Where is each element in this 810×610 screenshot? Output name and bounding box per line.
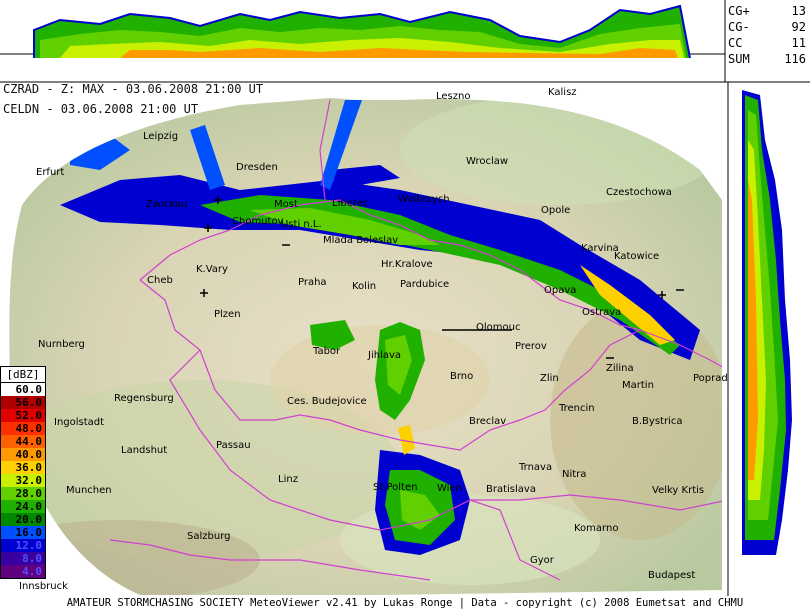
city-label: Ostrava — [582, 307, 622, 318]
city-label: Cheb — [147, 275, 173, 286]
city-label: Zilina — [606, 363, 634, 374]
legend-entry: 44.0 — [1, 435, 45, 448]
city-label: Landshut — [121, 445, 168, 456]
city-label: Praha — [298, 277, 327, 288]
city-label: St.Polten — [373, 482, 418, 493]
legend-entry: 20.0 — [1, 513, 45, 526]
legend-entry: 56.0 — [1, 396, 45, 409]
city-label: Mlada Boleslav — [323, 235, 399, 246]
stat-row: SUM 116 — [728, 51, 806, 67]
legend-entry: 36.0 — [1, 461, 45, 474]
city-label: Passau — [216, 440, 251, 451]
city-label: Velky Krtis — [652, 485, 705, 496]
legend-entry: 4.0 — [1, 565, 45, 578]
stat-row: CC 11 — [728, 35, 806, 51]
city-label: Zlin — [540, 373, 559, 384]
city-label: Olomouc — [476, 322, 521, 333]
city-label: Wroclaw — [466, 156, 509, 167]
legend-entry: 12.0 — [1, 539, 45, 552]
stat-value: 116 — [784, 52, 806, 66]
stat-row: CG- 92 — [728, 19, 806, 35]
stat-value: 92 — [791, 20, 806, 34]
legend-entry: 60.0 — [1, 383, 45, 396]
city-label: Katowice — [614, 251, 660, 262]
city-label: Brno — [450, 371, 474, 382]
dbz-legend: [dBZ] 60.0 56.0 52.0 48.0 44.0 40.0 36.0 32.0 28… — [0, 366, 46, 579]
city-label: Gyor — [530, 555, 554, 566]
city-label: Jihlava — [368, 350, 402, 361]
city-label: Trnava — [519, 462, 553, 473]
city-label: Kolin — [352, 281, 377, 292]
stat-label: CG- — [728, 20, 750, 34]
stat-label: SUM — [728, 52, 750, 66]
city-label: Martin — [622, 380, 654, 391]
legend-entry: 48.0 — [1, 422, 45, 435]
city-label: Poprad — [693, 373, 728, 384]
city-label: Chomutov — [232, 216, 284, 227]
stat-row: CG+ 13 — [728, 3, 806, 19]
city-label: Munchen — [66, 485, 112, 496]
city-label: Ces. Budejovice — [287, 396, 367, 407]
city-label: Tabor — [313, 346, 341, 357]
city-label: Wien — [437, 483, 462, 494]
legend-title: [dBZ] — [1, 367, 45, 383]
city-label: Bratislava — [486, 484, 536, 495]
city-label: Czestochowa — [606, 187, 672, 198]
city-label: Innsbruck — [19, 581, 68, 592]
city-label: Breclav — [469, 416, 507, 427]
city-label: Trencin — [559, 403, 595, 414]
stat-value: 11 — [791, 36, 806, 50]
city-label: Opava — [544, 285, 577, 296]
city-label: Most — [274, 199, 298, 210]
city-label: Salzburg — [187, 531, 231, 542]
city-label: Regensburg — [114, 393, 174, 404]
city-label: B.Bystrica — [632, 416, 683, 427]
city-label: Leszno — [436, 91, 471, 102]
city-label: Liberec — [332, 198, 369, 209]
legend-entry: 24.0 — [1, 500, 45, 513]
city-label: Leipzig — [143, 131, 179, 142]
city-label: Nitra — [562, 469, 587, 480]
legend-entry: 16.0 — [1, 526, 45, 539]
city-label: Walbrzych — [398, 194, 450, 205]
legend-entry: 32.0 — [1, 474, 45, 487]
city-label: Prerov — [515, 341, 547, 352]
city-label: K.Vary — [196, 264, 228, 275]
legend-entry: 40.0 — [1, 448, 45, 461]
legend-entry: 52.0 — [1, 409, 45, 422]
city-label: Usti n.L. — [281, 219, 322, 230]
stat-value: 13 — [791, 4, 806, 18]
stat-label: CC — [728, 36, 743, 50]
city-label: Hr.Kralove — [381, 259, 433, 270]
city-label: Kalisz — [548, 87, 577, 98]
city-label: Budapest — [648, 570, 696, 581]
city-label: Zwickau — [146, 199, 188, 210]
footer-credits: AMATEUR STORMCHASING SOCIETY MeteoViewer… — [0, 596, 810, 610]
product-header: CZRAD - Z: MAX - 03.06.2008 21:00 UT — [3, 82, 264, 96]
city-label: Ingolstadt — [54, 417, 105, 428]
city-label: Plzen — [214, 309, 241, 320]
lightning-stats: CG+ 13 CG- 92 CC 11 SUM 116 — [728, 3, 806, 67]
terrain-layer — [9, 98, 722, 595]
city-label: Linz — [278, 474, 298, 485]
legend-entry: 8.0 — [1, 552, 45, 565]
lightning-header: CELDN - 03.06.2008 21:00 UT — [3, 102, 199, 116]
city-label: Nurnberg — [38, 339, 85, 350]
city-label: Komarno — [574, 523, 619, 534]
stat-label: CG+ — [728, 4, 750, 18]
legend-entry: 28.0 — [1, 487, 45, 500]
city-label: Erfurt — [36, 167, 65, 178]
city-label: Pardubice — [400, 279, 450, 290]
city-label: Dresden — [236, 162, 278, 173]
city-label: Opole — [541, 205, 571, 216]
